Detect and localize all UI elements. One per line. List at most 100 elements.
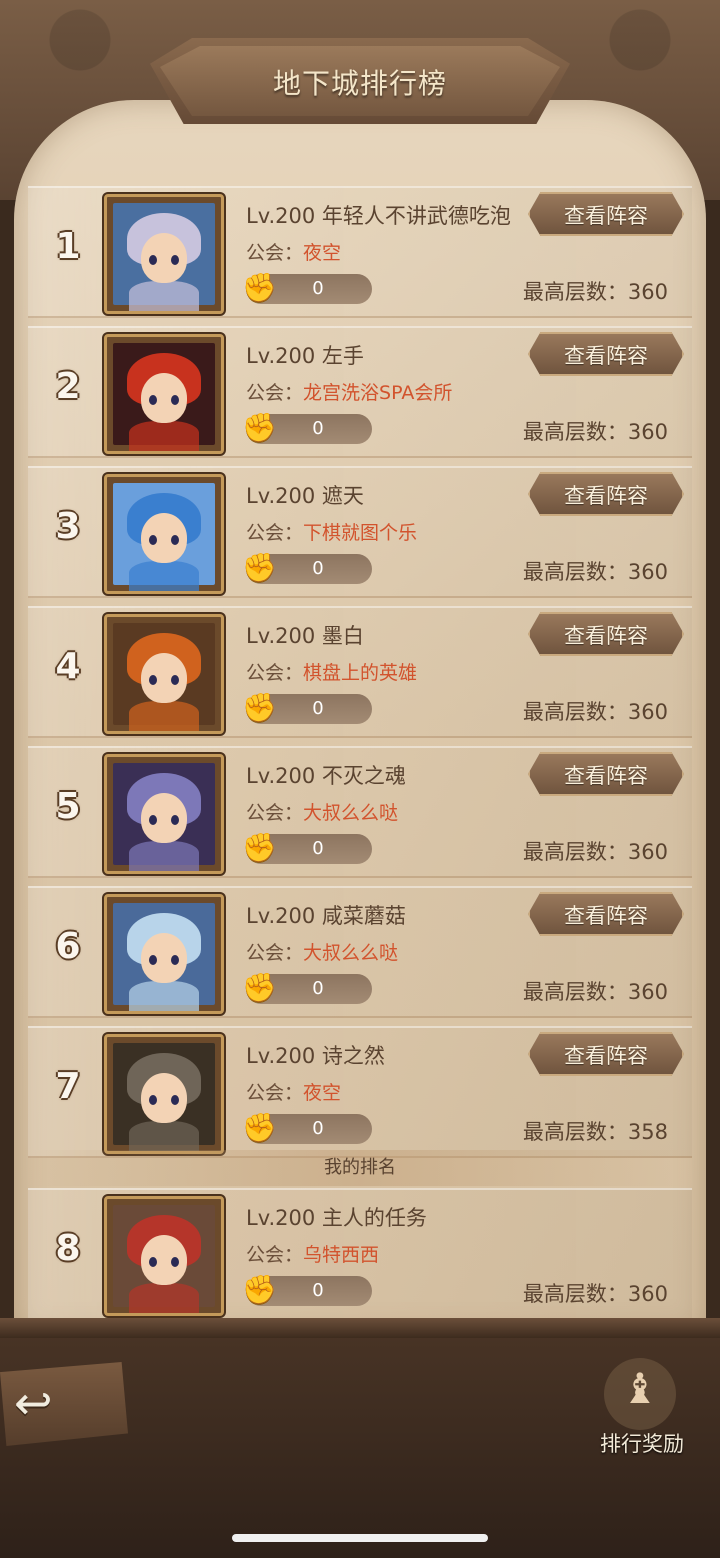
player-avatar[interactable]: [104, 614, 224, 734]
thumbs-up-icon[interactable]: ✊: [242, 270, 277, 306]
like-count: 0: [312, 698, 324, 719]
rank-number: 7: [55, 1066, 81, 1107]
rank-number: 3: [55, 506, 81, 547]
home-indicator[interactable]: [232, 1534, 488, 1542]
thumbs-up-icon[interactable]: ✊: [242, 1110, 277, 1146]
player-level-name: Lv.200 诗之然: [246, 1044, 385, 1068]
guild-info: 公会：下棋就图个乐: [246, 518, 417, 545]
avatar-background: [113, 1043, 215, 1151]
max-floor-value: 360: [627, 1282, 668, 1306]
page-title: 地下城排行榜: [272, 67, 447, 100]
thumbs-up-icon[interactable]: ✊: [242, 550, 277, 586]
max-floor-value: 360: [627, 280, 668, 304]
guild-name: 大叔么么哒: [303, 802, 399, 824]
guild-name: 夜空: [303, 242, 342, 264]
player-avatar[interactable]: [104, 194, 224, 314]
max-floor-value: 360: [627, 700, 668, 724]
view-lineup-label: 查看阵容: [564, 904, 648, 928]
player-avatar[interactable]: [104, 1196, 224, 1316]
max-floor: 最高层数：360: [523, 416, 668, 446]
player-level-name: Lv.200 咸菜蘑菇: [246, 904, 406, 928]
guild-name: 棋盘上的英雄: [303, 662, 418, 684]
max-floor-prefix: 最高层数：: [522, 1282, 628, 1306]
rank-number: 1: [55, 226, 81, 267]
ranking-row[interactable]: 5 Lv.200 不灭之魂 公会：大叔么么哒 ✊ 0 最高层数：360 查看阵容: [28, 746, 692, 878]
guild-prefix: 公会：: [246, 1082, 304, 1104]
player-level-name: Lv.200 主人的任务: [246, 1206, 427, 1230]
avatar-background: [113, 763, 215, 871]
max-floor-prefix: 最高层数：: [522, 840, 628, 864]
view-lineup-button[interactable]: 查看阵容: [528, 612, 684, 656]
player-level-name: Lv.200 年轻人不讲武德吃泡: [246, 204, 511, 228]
view-lineup-label: 查看阵容: [564, 484, 648, 508]
guild-name: 乌特西西: [303, 1244, 380, 1266]
like-count: 0: [312, 278, 324, 299]
view-lineup-label: 查看阵容: [564, 624, 648, 648]
guild-prefix: 公会：: [246, 802, 304, 824]
avatar-background: [113, 623, 215, 731]
player-avatar[interactable]: [104, 754, 224, 874]
avatar-background: [113, 483, 215, 591]
view-lineup-button[interactable]: 查看阵容: [528, 752, 684, 796]
max-floor: 最高层数：360: [523, 836, 668, 866]
guild-prefix: 公会：: [246, 522, 304, 544]
player-level-name: Lv.200 遮天: [246, 484, 364, 508]
like-count: 0: [312, 838, 324, 859]
max-floor-prefix: 最高层数：: [522, 980, 628, 1004]
ranking-row[interactable]: 1 Lv.200 年轻人不讲武德吃泡 公会：夜空 ✊ 0 最高层数：360 查看…: [28, 186, 692, 318]
player-level-name: Lv.200 墨白: [246, 624, 364, 648]
rank-number: 6: [55, 926, 81, 967]
guild-info: 公会：乌特西西: [246, 1240, 379, 1267]
max-floor: 最高层数：360: [523, 976, 668, 1006]
like-count: 0: [312, 978, 324, 999]
player-avatar[interactable]: [104, 474, 224, 594]
like-count: 0: [312, 1280, 324, 1301]
max-floor: 最高层数：358: [523, 1116, 668, 1146]
ranking-reward-button[interactable]: ♝ 排行奖励: [590, 1356, 694, 1460]
player-avatar[interactable]: [104, 1034, 224, 1154]
thumbs-up-icon[interactable]: ✊: [242, 410, 277, 446]
avatar-background: [113, 343, 215, 451]
view-lineup-button[interactable]: 查看阵容: [528, 332, 684, 376]
thumbs-up-icon[interactable]: ✊: [242, 970, 277, 1006]
ranking-row[interactable]: 8 Lv.200 主人的任务 公会：乌特西西 ✊ 0 最高层数：360: [28, 1188, 692, 1320]
thumbs-up-icon[interactable]: ✊: [242, 830, 277, 866]
thumbs-up-icon[interactable]: ✊: [242, 690, 277, 726]
max-floor-value: 358: [627, 1120, 668, 1144]
guild-name: 大叔么么哒: [303, 942, 399, 964]
view-lineup-button[interactable]: 查看阵容: [528, 1032, 684, 1076]
player-avatar[interactable]: [104, 334, 224, 454]
max-floor: 最高层数：360: [523, 696, 668, 726]
ranking-row[interactable]: 4 Lv.200 墨白 公会：棋盘上的英雄 ✊ 0 最高层数：360 查看阵容: [28, 606, 692, 738]
max-floor-prefix: 最高层数：: [522, 700, 628, 724]
guild-name: 龙宫洗浴SPA会所: [303, 382, 453, 404]
max-floor-value: 360: [627, 560, 668, 584]
guild-info: 公会：夜空: [246, 1078, 341, 1105]
bottom-bar-edge: [0, 1318, 720, 1338]
max-floor-prefix: 最高层数：: [522, 280, 628, 304]
ranking-row[interactable]: 2 Lv.200 左手 公会：龙宫洗浴SPA会所 ✊ 0 最高层数：360 查看…: [28, 326, 692, 458]
view-lineup-label: 查看阵容: [564, 764, 648, 788]
player-level-name: Lv.200 左手: [246, 344, 364, 368]
max-floor-value: 360: [627, 980, 668, 1004]
back-arrow-icon[interactable]: ↩: [14, 1376, 53, 1430]
chess-piece-icon: ♝: [621, 1364, 659, 1413]
guild-info: 公会：龙宫洗浴SPA会所: [246, 378, 452, 405]
rank-number: 5: [55, 786, 81, 827]
ranking-row[interactable]: 3 Lv.200 遮天 公会：下棋就图个乐 ✊ 0 最高层数：360 查看阵容: [28, 466, 692, 598]
view-lineup-button[interactable]: 查看阵容: [528, 472, 684, 516]
player-level-name: Lv.200 不灭之魂: [246, 764, 406, 788]
view-lineup-button[interactable]: 查看阵容: [528, 192, 684, 236]
ranking-row[interactable]: 7 Lv.200 诗之然 公会：夜空 ✊ 0 最高层数：358 查看阵容: [28, 1026, 692, 1158]
ranking-row[interactable]: 6 Lv.200 咸菜蘑菇 公会：大叔么么哒 ✊ 0 最高层数：360 查看阵容: [28, 886, 692, 1018]
guild-info: 公会：大叔么么哒: [246, 938, 398, 965]
avatar-background: [113, 903, 215, 1011]
player-avatar[interactable]: [104, 894, 224, 1014]
guild-name: 下棋就图个乐: [303, 522, 418, 544]
thumbs-up-icon[interactable]: ✊: [242, 1272, 277, 1308]
rank-number: 8: [55, 1228, 81, 1269]
view-lineup-label: 查看阵容: [564, 204, 648, 228]
view-lineup-button[interactable]: 查看阵容: [528, 892, 684, 936]
avatar-background: [113, 203, 215, 311]
rank-number: 2: [55, 366, 81, 407]
